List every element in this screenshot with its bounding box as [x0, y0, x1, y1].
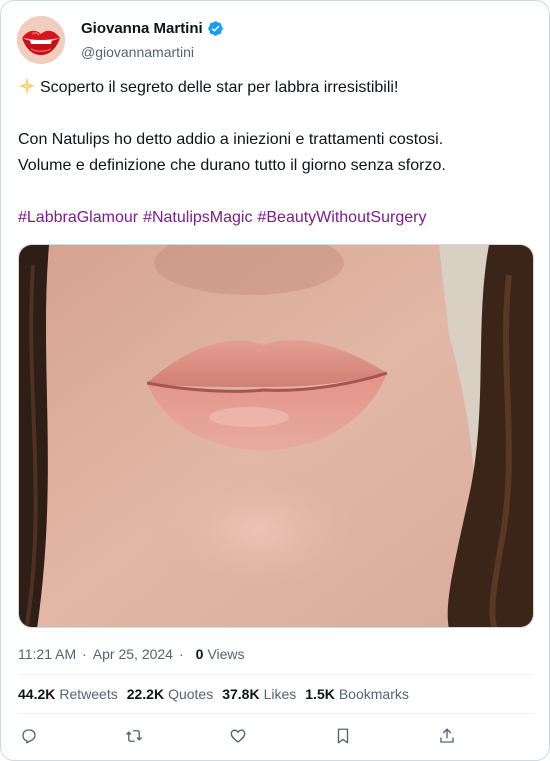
- tweet-time[interactable]: 11:21 AM: [18, 646, 76, 662]
- bookmarks-label: Bookmarks: [338, 686, 409, 702]
- reply-icon: [22, 729, 36, 744]
- tweet-line-2: Con Natulips ho detto addio a iniezioni …: [18, 131, 444, 148]
- bookmark-button[interactable]: [332, 725, 354, 747]
- tweet-meta: 11:21 AM · Apr 25, 2024 · 0 Views: [18, 646, 245, 662]
- author-handle[interactable]: @giovannamartini: [81, 44, 194, 60]
- hashtag-link[interactable]: #LabbraGlamour: [18, 209, 138, 226]
- hashtag-link[interactable]: #NatulipsMagic: [143, 209, 252, 226]
- bookmarks-stat[interactable]: 1.5K Bookmarks: [305, 686, 409, 702]
- verified-badge-icon: [207, 21, 223, 36]
- views-label: Views: [207, 646, 245, 662]
- reply-button[interactable]: [18, 725, 40, 747]
- action-bar: [18, 725, 458, 747]
- share-icon: [440, 728, 454, 743]
- tweet-card: Giovanna Martini @giovannamartini Scoper…: [0, 0, 550, 761]
- heart-icon: [230, 729, 246, 743]
- tweet-line-3: Volume e definizione che durano tutto il…: [18, 157, 446, 174]
- retweet-icon: [125, 730, 142, 742]
- tweet-date[interactable]: Apr 25, 2024: [93, 646, 173, 662]
- hashtag-list: #LabbraGlamour #NatulipsMagic #BeautyWitho…: [18, 205, 534, 231]
- tweet-text: Scoperto il segreto delle star per labbr…: [18, 75, 534, 231]
- likes-label: Likes: [263, 686, 297, 702]
- share-button[interactable]: [436, 725, 458, 747]
- divider: [18, 713, 534, 714]
- retweet-button[interactable]: [123, 725, 145, 747]
- likes-count: 37.8K: [222, 686, 260, 702]
- hashtag-link[interactable]: #BeautyWithoutSurgery: [257, 209, 426, 226]
- meta-separator: ·: [178, 646, 184, 662]
- avatar[interactable]: [17, 16, 65, 64]
- lips-avatar-image: [17, 16, 65, 64]
- tweet-photo[interactable]: [18, 244, 534, 628]
- views-count: 0: [195, 646, 204, 662]
- author-name-row: Giovanna Martini: [81, 20, 224, 37]
- divider: [18, 674, 534, 675]
- retweets-label: Retweets: [59, 686, 118, 702]
- lips-photo-image: [19, 245, 533, 627]
- quotes-count: 22.2K: [126, 686, 165, 702]
- meta-separator: ·: [82, 646, 87, 662]
- like-button[interactable]: [227, 725, 249, 747]
- likes-stat[interactable]: 37.8K Likes: [222, 686, 296, 702]
- tweet-line-1-text: Scoperto il segreto delle star per labbr…: [40, 79, 399, 96]
- retweets-count: 44.2K: [18, 686, 56, 702]
- sparkle-emoji-icon: [19, 77, 35, 95]
- quotes-label: Quotes: [168, 686, 214, 702]
- quotes-stat[interactable]: 22.2K Quotes: [127, 686, 214, 702]
- bookmark-icon: [337, 728, 348, 744]
- retweets-stat[interactable]: 44.2K Retweets: [18, 686, 118, 702]
- bookmarks-count: 1.5K: [305, 686, 335, 702]
- author-name[interactable]: Giovanna Martini: [81, 20, 203, 37]
- tweet-line-1: Scoperto il segreto delle star per labbr…: [18, 75, 534, 101]
- tweet-stats: 44.2K Retweets 22.2K Quotes 37.8K Likes 1.5…: [18, 686, 418, 702]
